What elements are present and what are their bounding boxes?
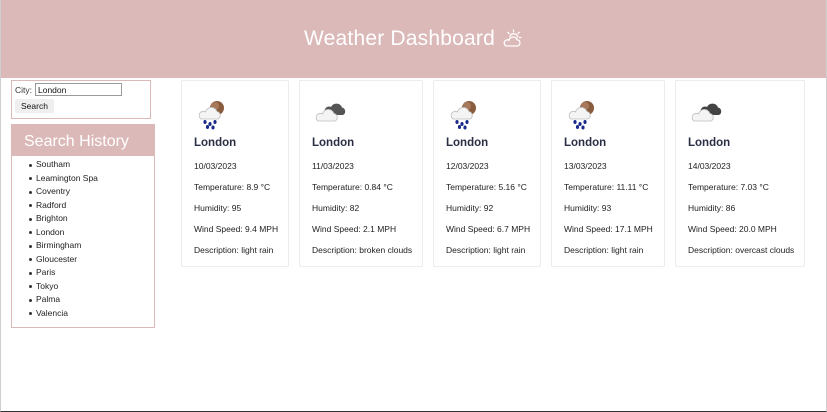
card-date: 11/03/2023 [312,161,354,171]
card-date: 14/03/2023 [688,161,731,171]
forecast-card: London 11/03/2023 Temperature: 0.84 °C H… [299,80,423,267]
rain-icon [196,97,230,131]
history-item-paris[interactable]: Paris [29,266,154,280]
search-row: City: [15,83,150,96]
card-description: Description: broken clouds [312,245,413,255]
card-humidity: Humidity: 92 [446,203,494,213]
history-item-tokyo[interactable]: Tokyo [29,280,154,294]
history-item-leamington-spa[interactable]: Leamington Spa [29,172,154,186]
broken-clouds-icon [314,97,348,131]
history-item-coventry[interactable]: Coventry [29,185,154,199]
card-humidity: Humidity: 95 [194,203,242,213]
card-city: London [312,137,355,149]
history-item-palma[interactable]: Palma [29,293,154,307]
card-description: Description: light rain [194,245,274,255]
card-date: 13/03/2023 [564,161,607,171]
card-humidity: Humidity: 93 [564,203,612,213]
card-temperature: Temperature: 7.03 °C [688,182,769,192]
history-item-birmingham[interactable]: Birmingham [29,239,154,253]
history-item-london[interactable]: London [29,226,154,240]
city-label: City: [15,84,32,95]
search-history-title: Search History [12,125,154,156]
page-title: Weather Dashboard [304,27,495,50]
history-item-southam[interactable]: Southam [29,158,154,172]
card-city: London [688,137,731,149]
card-wind-speed: Wind Speed: 9.4 MPH [194,224,279,234]
search-button[interactable]: Search [15,99,54,113]
search-history-list: Southam Leamington Spa Coventry Radford … [12,158,154,320]
forecast-card: London 13/03/2023 Temperature: 11.11 °C … [551,80,665,267]
card-city: London [194,137,237,149]
card-temperature: Temperature: 0.84 °C [312,182,393,192]
card-temperature: Temperature: 8.9 °C [194,182,271,192]
card-date: 10/03/2023 [194,161,237,171]
forecast-card: London 14/03/2023 Temperature: 7.03 °C H… [675,80,805,267]
card-wind-speed: Wind Speed: 20.0 MPH [688,224,777,234]
partly-cloudy-day-icon [501,28,523,50]
city-input[interactable] [35,83,122,96]
page-header: Weather Dashboard [1,0,826,78]
card-description: Description: overcast clouds [688,245,795,255]
app-window: Weather Dashboard City: Search Search Hi… [0,0,827,412]
card-wind-speed: Wind Speed: 6.7 MPH [446,224,531,234]
card-temperature: Temperature: 11.11 °C [564,182,649,192]
card-date: 12/03/2023 [446,161,489,171]
card-city: London [564,137,607,149]
forecast-card: London 10/03/2023 Temperature: 8.9 °C Hu… [181,80,289,267]
history-item-valencia[interactable]: Valencia [29,307,154,321]
card-description: Description: light rain [564,245,644,255]
search-history-panel: Search History Southam Leamington Spa Co… [11,124,155,328]
history-item-brighton[interactable]: Brighton [29,212,154,226]
card-humidity: Humidity: 86 [688,203,736,213]
history-item-gloucester[interactable]: Gloucester [29,253,154,267]
card-description: Description: light rain [446,245,526,255]
rain-icon [448,97,482,131]
card-city: London [446,137,489,149]
card-humidity: Humidity: 82 [312,203,360,213]
rain-icon [566,97,600,131]
card-temperature: Temperature: 5.16 °C [446,182,527,192]
card-wind-speed: Wind Speed: 17.1 MPH [564,224,653,234]
forecast-card: London 12/03/2023 Temperature: 5.16 °C H… [433,80,541,267]
overcast-clouds-icon [690,97,724,131]
card-wind-speed: Wind Speed: 2.1 MPH [312,224,397,234]
search-panel: City: Search [11,80,151,119]
history-item-radford[interactable]: Radford [29,199,154,213]
